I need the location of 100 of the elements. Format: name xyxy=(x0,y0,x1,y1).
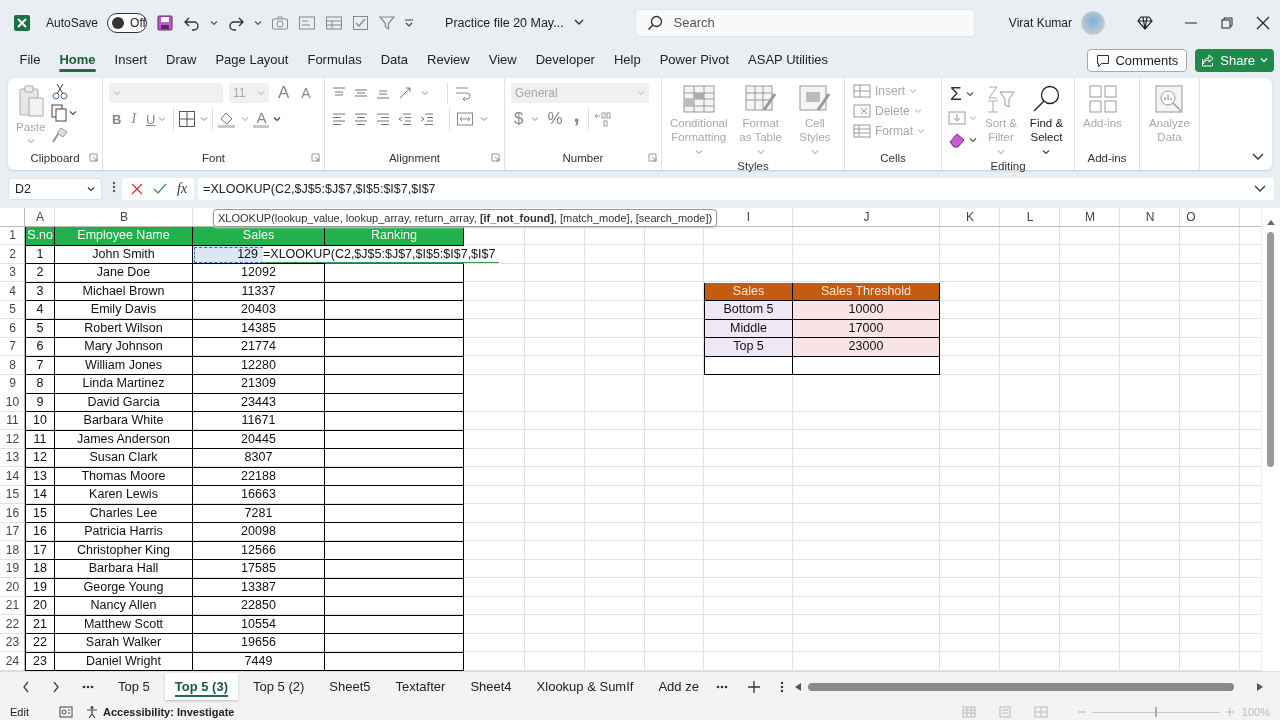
column-header[interactable]: O xyxy=(1186,210,1196,224)
add-sheet-icon[interactable] xyxy=(747,680,760,693)
dialog-launcher-icon[interactable] xyxy=(648,153,657,162)
save-icon[interactable] xyxy=(156,13,175,32)
currency-button[interactable]: $ xyxy=(511,109,527,129)
row-number[interactable]: 16 xyxy=(0,504,25,523)
column-header[interactable]: M xyxy=(1085,210,1095,224)
accessibility-icon[interactable] xyxy=(84,705,99,719)
borders-icon[interactable] xyxy=(178,110,197,128)
menu-tab[interactable]: Draw xyxy=(156,48,206,72)
restore-icon[interactable] xyxy=(1220,15,1234,30)
row-number[interactable]: 5 xyxy=(0,301,25,320)
row-number[interactable]: 9 xyxy=(0,375,25,394)
eraser-icon[interactable] xyxy=(948,132,966,148)
column-header[interactable]: I xyxy=(746,210,751,224)
accessibility-button[interactable]: Accessibility: Investigate xyxy=(102,706,235,718)
row-number[interactable]: 3 xyxy=(0,264,25,283)
close-icon[interactable] xyxy=(1256,15,1270,30)
customize-caret-icon[interactable] xyxy=(404,17,415,28)
merge-icon[interactable] xyxy=(456,111,474,127)
copy-icon[interactable] xyxy=(51,104,68,122)
row-number[interactable]: 12 xyxy=(0,430,25,449)
more-icon[interactable] xyxy=(112,180,116,194)
dialog-launcher-icon[interactable] xyxy=(311,153,320,162)
name-box[interactable]: D2 xyxy=(8,178,102,200)
row-number[interactable]: 14 xyxy=(0,467,25,486)
row-number[interactable]: 4 xyxy=(0,282,25,301)
format-painter-icon[interactable] xyxy=(51,126,70,144)
row-number[interactable]: 15 xyxy=(0,486,25,505)
grow-font-button[interactable]: A xyxy=(275,83,293,103)
enter-icon[interactable] xyxy=(153,183,167,195)
user-name[interactable]: Virat Kumar xyxy=(1008,15,1072,30)
cut-icon[interactable] xyxy=(51,82,70,100)
form-icon[interactable] xyxy=(298,14,317,31)
search-field[interactable]: Search xyxy=(634,8,975,37)
column-header[interactable]: L xyxy=(1026,210,1034,224)
sheet-tab[interactable]: Top 5 xyxy=(108,673,160,700)
insert-function-button[interactable]: fx xyxy=(177,181,188,197)
font-name-field[interactable] xyxy=(109,83,223,103)
formula-field[interactable]: =XLOOKUP(C2,$J$5:$J$7,$I$5:$I$7,$I$7 xyxy=(198,178,1274,200)
collapse-ribbon-icon[interactable] xyxy=(1252,153,1264,161)
scroll-right-icon[interactable] xyxy=(1255,681,1264,692)
font-color-button[interactable]: A xyxy=(253,110,270,128)
column-header[interactable]: N xyxy=(1145,210,1155,224)
checkbox-icon[interactable] xyxy=(352,14,371,31)
autosum-button[interactable]: Σ xyxy=(948,82,977,106)
more-sheets-icon[interactable] xyxy=(82,684,94,689)
options-icon[interactable] xyxy=(779,680,784,693)
menu-tab[interactable]: Formulas xyxy=(297,48,372,72)
italic-button[interactable]: I xyxy=(128,111,140,127)
sheet-tab[interactable]: Top 5 (3) xyxy=(164,673,238,700)
row-number[interactable]: 19 xyxy=(0,560,25,579)
row-number[interactable]: 10 xyxy=(0,393,25,412)
percent-button[interactable]: % xyxy=(544,109,566,129)
row-number[interactable]: 23 xyxy=(0,634,25,653)
shrink-font-button[interactable]: A xyxy=(298,85,314,101)
scrollbar-thumb[interactable] xyxy=(807,682,1234,691)
row-number[interactable]: 21 xyxy=(0,597,25,616)
menu-tab[interactable]: Developer xyxy=(526,48,605,72)
wrap-text-icon[interactable] xyxy=(454,84,472,102)
scroll-left-icon[interactable] xyxy=(793,681,802,692)
row-number[interactable]: 22 xyxy=(0,615,25,634)
row-number[interactable]: 13 xyxy=(0,449,25,468)
sheet-tab[interactable]: Sheet5 xyxy=(319,673,381,700)
column-header[interactable]: A xyxy=(36,210,44,224)
more-sheets-icon[interactable] xyxy=(715,684,728,689)
comma-style-button[interactable]: , xyxy=(570,110,583,128)
row-number[interactable]: 20 xyxy=(0,578,25,597)
menu-tab[interactable]: Power Pivot xyxy=(650,48,739,72)
row-number[interactable]: 24 xyxy=(0,652,25,671)
dialog-launcher-icon[interactable] xyxy=(491,153,500,162)
align-left-icon[interactable] xyxy=(331,112,347,126)
fill-down-icon[interactable] xyxy=(948,110,966,126)
sheet-tab[interactable]: Textafter xyxy=(385,673,456,700)
column-header[interactable]: J xyxy=(863,210,870,224)
row-number[interactable]: 2 xyxy=(0,245,25,264)
filter-icon[interactable] xyxy=(379,14,396,31)
row-number[interactable]: 6 xyxy=(0,319,25,338)
bold-button[interactable]: B xyxy=(109,111,125,127)
row-number[interactable]: 7 xyxy=(0,338,25,357)
align-center-icon[interactable] xyxy=(353,112,369,126)
menu-tab[interactable]: Review xyxy=(417,48,480,72)
diamond-icon[interactable] xyxy=(1137,14,1153,31)
dialog-launcher-icon[interactable] xyxy=(89,153,98,162)
sheet-tab[interactable]: Sheet4 xyxy=(460,673,522,700)
menu-tab[interactable]: Insert xyxy=(105,48,157,72)
table-icon[interactable] xyxy=(325,14,344,31)
menu-tab[interactable]: Page Layout xyxy=(205,48,298,72)
menu-tab[interactable]: ASAP Utilities xyxy=(738,48,838,72)
scrollbar-thumb[interactable] xyxy=(1267,232,1274,467)
column-header[interactable]: K xyxy=(966,210,974,224)
row-number[interactable]: 11 xyxy=(0,412,25,431)
sheet-tab[interactable]: Top 5 (2) xyxy=(243,673,315,700)
macro-icon[interactable] xyxy=(58,706,73,718)
menu-tab[interactable]: View xyxy=(479,48,527,72)
autosave-toggle[interactable]: Off xyxy=(107,12,148,33)
row-number[interactable]: 8 xyxy=(0,356,25,375)
expand-icon[interactable] xyxy=(1254,185,1266,193)
row-number[interactable]: 1 xyxy=(0,227,25,246)
sheet-tab[interactable]: Add ze xyxy=(648,673,709,700)
